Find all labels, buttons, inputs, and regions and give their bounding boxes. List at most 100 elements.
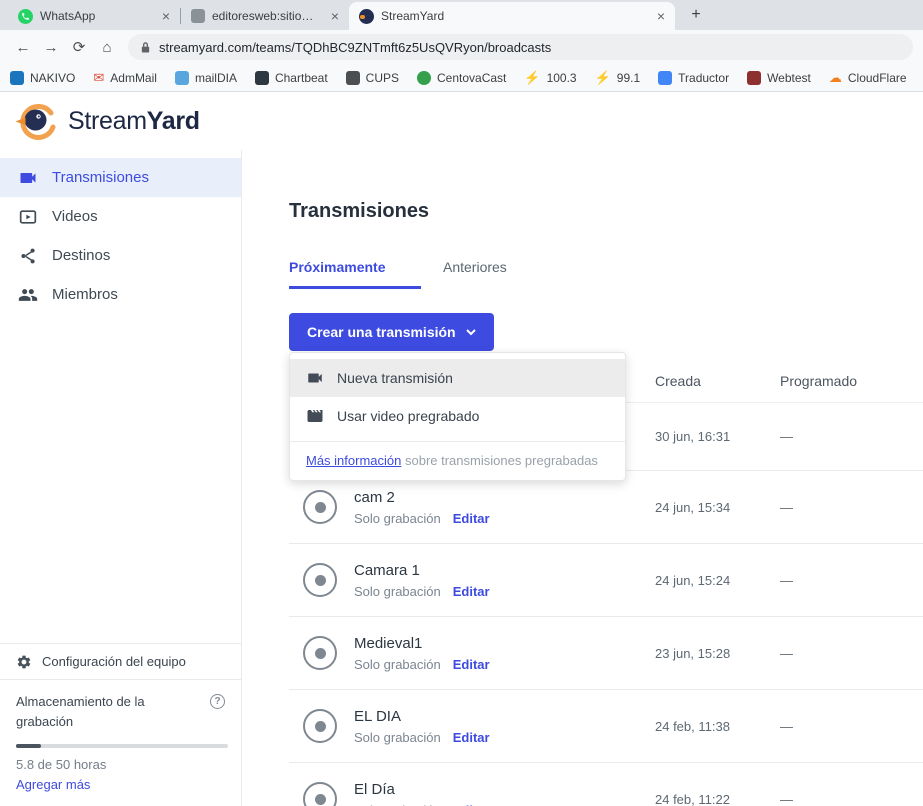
created-date: 24 jun, 15:34 xyxy=(655,500,780,515)
scheduled-date: — xyxy=(780,500,923,515)
scheduled-date: — xyxy=(780,429,923,444)
menu-item-prerecorded-video[interactable]: Usar video pregrabado xyxy=(290,397,625,435)
page-title: Transmisiones xyxy=(289,200,923,223)
bookmark-centovacast[interactable]: CentovaCast xyxy=(417,71,506,85)
reload-icon[interactable]: ⟳ xyxy=(66,38,92,56)
bookmark-webtest[interactable]: Webtest xyxy=(747,71,811,85)
sidebar-item-label: Miembros xyxy=(52,286,118,303)
sidebar: Transmisiones Videos Destinos Miembros C… xyxy=(0,150,242,806)
gear-icon xyxy=(16,654,32,670)
scheduled-date: — xyxy=(780,573,923,588)
brand-wordmark: StreamYard xyxy=(68,107,200,136)
bookmark-label: AdmMail xyxy=(110,71,157,85)
close-icon[interactable]: × xyxy=(655,9,667,23)
address-bar[interactable]: streamyard.com/teams/TQDhBC9ZNTmft6z5UsQ… xyxy=(128,34,913,60)
tab-title: StreamYard xyxy=(381,9,648,23)
broadcast-type: Solo grabación xyxy=(354,803,441,806)
storage-label: Almacenamiento de la grabación xyxy=(16,692,191,731)
edit-link[interactable]: Editar xyxy=(453,511,490,526)
bookmark-cloudflare[interactable]: ☁CloudFlare xyxy=(829,71,907,85)
broadcast-type: Solo grabación xyxy=(354,730,441,745)
bookmark-label: CUPS xyxy=(366,71,399,85)
scheduled-date: — xyxy=(780,719,923,734)
bookmark-100-3[interactable]: ⚡100.3 xyxy=(524,71,576,85)
created-date: 24 feb, 11:22 xyxy=(655,792,780,806)
bookmarks-bar: NAKIVO ✉ AdmMail mailDIA Chartbeat CUPS C… xyxy=(0,64,923,92)
duck-logo-icon xyxy=(14,101,60,141)
tab-proximamente[interactable]: Próximamente xyxy=(289,259,421,289)
bookmark-label: CentovaCast xyxy=(437,71,506,85)
back-icon[interactable]: ← xyxy=(10,39,36,56)
add-more-link[interactable]: Agregar más xyxy=(16,777,90,792)
record-icon xyxy=(303,709,337,743)
table-row[interactable]: cam 2 Solo grabaciónEditar 24 jun, 15:34… xyxy=(289,471,923,544)
column-header-created: Creada xyxy=(655,373,780,389)
edit-link[interactable]: Editar xyxy=(453,730,490,745)
bookmark-nakivo[interactable]: NAKIVO xyxy=(10,71,75,85)
broadcast-title: Camara 1 xyxy=(354,562,490,579)
people-icon xyxy=(18,285,38,305)
bookmark-traductor[interactable]: Traductor xyxy=(658,71,729,85)
clapperboard-icon xyxy=(306,407,324,425)
table-row[interactable]: Medieval1 Solo grabaciónEditar 23 jun, 1… xyxy=(289,617,923,690)
tab-streamyard[interactable]: StreamYard × xyxy=(349,2,675,30)
storage-progress-track xyxy=(16,744,228,748)
record-icon xyxy=(303,636,337,670)
broadcast-type: Solo grabación xyxy=(354,657,441,672)
tab-title: WhatsApp xyxy=(40,9,153,23)
home-icon[interactable]: ⌂ xyxy=(94,39,120,56)
forward-icon[interactable]: → xyxy=(38,39,64,56)
tab-anteriores[interactable]: Anteriores xyxy=(443,259,507,289)
url-text: streamyard.com/teams/TQDhBC9ZNTmft6z5UsQ… xyxy=(159,40,551,55)
sidebar-item-destinos[interactable]: Destinos xyxy=(0,236,241,275)
create-broadcast-button[interactable]: Crear una transmisión xyxy=(289,313,494,351)
broadcast-tabs: Próximamente Anteriores xyxy=(289,259,923,289)
chartbeat-favicon xyxy=(255,71,269,85)
bookmark-chartbeat[interactable]: Chartbeat xyxy=(255,71,328,85)
close-icon[interactable]: × xyxy=(160,9,172,23)
menu-footer: Más información sobre transmisiones preg… xyxy=(290,441,625,480)
scheduled-date: — xyxy=(780,646,923,661)
bookmark-maildia[interactable]: mailDIA xyxy=(175,71,237,85)
more-info-link[interactable]: Más información xyxy=(306,453,401,468)
sidebar-item-label: Destinos xyxy=(52,247,110,264)
bookmark-admmail[interactable]: ✉ AdmMail xyxy=(93,71,157,85)
browser-toolbar: ← → ⟳ ⌂ streamyard.com/teams/TQDhBC9ZNTm… xyxy=(0,30,923,64)
edit-link[interactable]: Editar xyxy=(453,803,490,806)
close-icon[interactable]: × xyxy=(329,9,341,23)
sidebar-item-videos[interactable]: Videos xyxy=(0,197,241,236)
create-broadcast-label: Crear una transmisión xyxy=(307,324,456,340)
table-row[interactable]: Camara 1 Solo grabación Editar 24 jun, 15… xyxy=(289,544,923,617)
bookmark-label: NAKIVO xyxy=(30,71,75,85)
bookmark-label: 99.1 xyxy=(617,71,640,85)
created-date: 24 jun, 15:24 xyxy=(655,573,780,588)
table-row[interactable]: EL DIA Solo grabaciónEditar 24 feb, 11:3… xyxy=(289,690,923,763)
help-icon[interactable]: ? xyxy=(210,694,225,709)
table-row[interactable]: El Día Solo grabaciónEditar 24 feb, 11:2… xyxy=(289,763,923,806)
tab-whatsapp[interactable]: WhatsApp × xyxy=(8,2,180,30)
centovacast-favicon xyxy=(417,71,431,85)
camera-icon xyxy=(306,369,324,387)
menu-item-new-broadcast[interactable]: Nueva transmisión xyxy=(290,359,625,397)
tab-editoresweb[interactable]: editoresweb:sitioweb:eldia.co × xyxy=(181,2,349,30)
team-settings-button[interactable]: Configuración del equipo xyxy=(0,643,241,679)
broadcast-type: Solo grabación xyxy=(354,511,441,526)
sidebar-item-transmisiones[interactable]: Transmisiones xyxy=(0,158,241,197)
edit-link[interactable]: Editar xyxy=(453,657,490,672)
radio-100-favicon: ⚡ xyxy=(524,71,540,85)
new-tab-button[interactable]: + xyxy=(683,2,709,28)
bookmark-99-1[interactable]: ⚡99.1 xyxy=(595,71,641,85)
traductor-favicon xyxy=(658,71,672,85)
share-icon xyxy=(18,246,38,266)
bookmark-label: Webtest xyxy=(767,71,811,85)
bookmark-cups[interactable]: CUPS xyxy=(346,71,399,85)
created-date: 24 feb, 11:38 xyxy=(655,719,780,734)
edit-link[interactable]: Editar xyxy=(453,584,490,599)
cloudflare-favicon: ☁ xyxy=(829,71,842,85)
broadcast-type: Solo grabación xyxy=(354,584,441,599)
chevron-down-icon xyxy=(466,329,476,336)
created-date: 30 jun, 16:31 xyxy=(655,429,780,444)
sidebar-item-miembros[interactable]: Miembros xyxy=(0,275,241,314)
admmail-favicon: ✉ xyxy=(93,71,104,85)
scheduled-date: — xyxy=(780,792,923,806)
